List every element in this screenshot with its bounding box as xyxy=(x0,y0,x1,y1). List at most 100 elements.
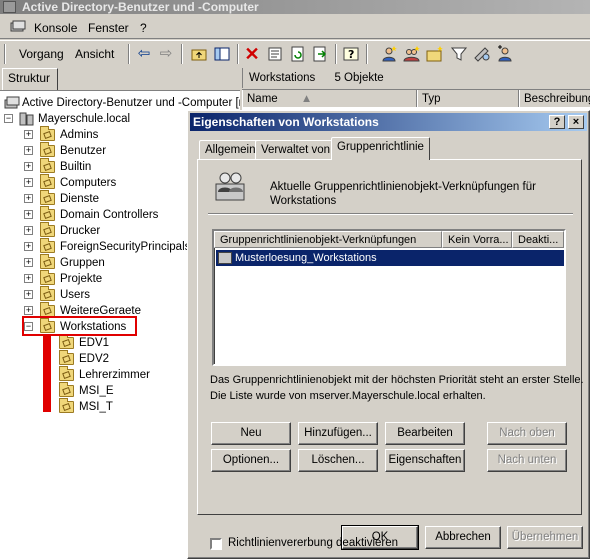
ou-folder-icon xyxy=(40,254,55,269)
expand-icon[interactable]: + xyxy=(24,162,33,171)
gpo-description: Aktuelle Gruppenrichtlinienobjekt-Verknü… xyxy=(270,180,570,208)
list-header: Name ▲ Typ Beschreibung xyxy=(242,89,590,108)
app-title: Active Directory-Benutzer und -Computer xyxy=(22,0,259,14)
app-titlebar: Active Directory-Benutzer und -Computer xyxy=(0,0,590,14)
expand-icon[interactable]: + xyxy=(24,242,33,251)
column-gpo-links[interactable]: Gruppenrichtlinienobjekt-Verknüpfungen xyxy=(214,231,442,248)
gpo-link-icon xyxy=(218,252,232,264)
highlight-box xyxy=(22,316,137,336)
ou-folder-icon xyxy=(59,334,74,349)
move-down-button[interactable]: Nach unten xyxy=(487,449,567,472)
gpo-description-line2: Workstations xyxy=(270,195,337,207)
filter-icon[interactable] xyxy=(449,44,469,64)
expand-icon[interactable]: + xyxy=(24,258,33,267)
find-icon[interactable] xyxy=(472,44,492,64)
tab-panel-gruppenrichtlinie: Aktuelle Gruppenrichtlinienobjekt-Verknü… xyxy=(197,159,584,550)
tree-item-label: Dienste xyxy=(60,193,99,205)
console-tree-icon[interactable] xyxy=(212,44,232,64)
tree-child-label: EDV1 xyxy=(79,337,110,349)
properties-icon[interactable] xyxy=(265,44,285,64)
tree-domain-label: Mayerschule.local xyxy=(38,113,131,125)
toolbar-separator xyxy=(181,44,183,64)
tree-item-label: ForeignSecurityPrincipals xyxy=(60,241,191,253)
tree-child-label: MSI_T xyxy=(79,401,113,413)
menu-konsole[interactable]: Konsole xyxy=(34,21,77,35)
expand-icon[interactable]: + xyxy=(24,290,33,299)
domain-icon xyxy=(19,112,34,126)
new-user-icon[interactable] xyxy=(379,44,399,64)
move-up-button[interactable]: Nach oben xyxy=(487,422,567,445)
expand-icon[interactable]: + xyxy=(24,146,33,155)
new-ou-icon[interactable] xyxy=(425,44,445,64)
dialog-titlebar[interactable]: Eigenschaften von Workstations ? × xyxy=(190,113,587,131)
edit-button[interactable]: Bearbeiten xyxy=(385,422,465,445)
gpo-link-row[interactable]: Musterloesung_Workstations xyxy=(216,250,564,266)
apply-button[interactable]: Übernehmen xyxy=(507,526,583,549)
svg-text:?: ? xyxy=(348,48,354,61)
tree-item-label: Admins xyxy=(60,129,99,141)
cancel-button[interactable]: Abbrechen xyxy=(425,526,501,549)
delete-button[interactable]: Löschen... xyxy=(298,449,378,472)
ou-folder-icon xyxy=(40,270,55,285)
menubar: Konsole Fenster ? xyxy=(0,15,590,39)
tab-gruppenrichtlinie[interactable]: Gruppenrichtlinie xyxy=(331,137,430,160)
list-count: 5 Objekte xyxy=(334,72,384,84)
up-folder-icon[interactable] xyxy=(189,44,209,64)
ou-folder-icon xyxy=(40,238,55,253)
dialog-close-button[interactable]: × xyxy=(568,115,584,129)
toolbar-separator xyxy=(366,44,368,64)
export-icon[interactable] xyxy=(310,44,330,64)
expand-icon[interactable]: + xyxy=(24,194,33,203)
gpo-link-list[interactable]: Gruppenrichtlinienobjekt-Verknüpfungen K… xyxy=(212,229,566,366)
new-group-icon[interactable] xyxy=(402,44,422,64)
expand-icon[interactable]: + xyxy=(24,210,33,219)
ou-folder-icon xyxy=(40,206,55,221)
info-source: Die Liste wurde von mserver.Mayerschule.… xyxy=(210,390,486,402)
expand-icon[interactable]: + xyxy=(24,274,33,283)
block-inheritance-checkbox[interactable] xyxy=(210,538,222,550)
menu-fenster[interactable]: Fenster xyxy=(88,21,129,35)
ou-folder-icon xyxy=(40,158,55,173)
expand-icon[interactable]: + xyxy=(24,226,33,235)
properties-button[interactable]: Eigenschaften xyxy=(385,449,465,472)
console-icon[interactable] xyxy=(10,20,26,34)
ou-folder-icon xyxy=(59,350,74,365)
dialog-help-button[interactable]: ? xyxy=(549,115,565,129)
add-button[interactable]: Hinzufügen... xyxy=(298,422,378,445)
tree-item-label: Computers xyxy=(60,177,117,189)
options-button[interactable]: Optionen... xyxy=(211,449,291,472)
tree-root-label: Active Directory-Benutzer und -Computer … xyxy=(22,97,240,109)
menu-help[interactable]: ? xyxy=(140,21,147,35)
tab-struktur[interactable]: Struktur xyxy=(2,68,58,90)
menu-vorgang[interactable]: Vorgang xyxy=(19,46,64,62)
toolbar-separator xyxy=(237,44,239,64)
tab-allgemein[interactable]: Allgemein xyxy=(199,140,262,160)
collapse-icon[interactable]: − xyxy=(4,114,13,123)
info-priority: Das Gruppenrichtlinienobjekt mit der höc… xyxy=(210,374,584,386)
delete-icon[interactable]: ✕ xyxy=(242,44,262,64)
forward-arrow-icon[interactable]: ⇨ xyxy=(156,44,176,64)
column-beschreibung[interactable]: Beschreibung xyxy=(519,90,590,108)
tree-item-label: Users xyxy=(60,289,91,301)
tree-child-label: Lehrerzimmer xyxy=(79,369,150,381)
add-to-group-icon[interactable] xyxy=(495,44,515,64)
highlight-bar xyxy=(43,336,51,412)
new-button[interactable]: Neu xyxy=(211,422,291,445)
refresh-icon[interactable] xyxy=(288,44,308,64)
tree-item-label: Benutzer xyxy=(60,145,107,157)
menu-ansicht[interactable]: Ansicht xyxy=(75,46,114,62)
expand-icon[interactable]: + xyxy=(24,306,33,315)
tab-verwaltet-von[interactable]: Verwaltet von xyxy=(255,140,337,160)
column-typ[interactable]: Typ xyxy=(417,90,519,108)
column-kein-vorrang[interactable]: Kein Vorra... xyxy=(442,231,512,248)
column-name[interactable]: Name ▲ xyxy=(242,90,417,108)
help-icon[interactable]: ? xyxy=(341,44,361,64)
column-deaktiviert[interactable]: Deakti... xyxy=(512,231,564,248)
toolbar-separator xyxy=(335,44,337,64)
list-title: Workstations xyxy=(249,72,316,84)
expand-icon[interactable]: + xyxy=(24,130,33,139)
divider xyxy=(208,213,573,215)
gpo-description-line1: Aktuelle Gruppenrichtlinienobjekt-Verknü… xyxy=(270,181,536,193)
back-arrow-icon[interactable]: ⇦ xyxy=(134,44,154,64)
expand-icon[interactable]: + xyxy=(24,178,33,187)
